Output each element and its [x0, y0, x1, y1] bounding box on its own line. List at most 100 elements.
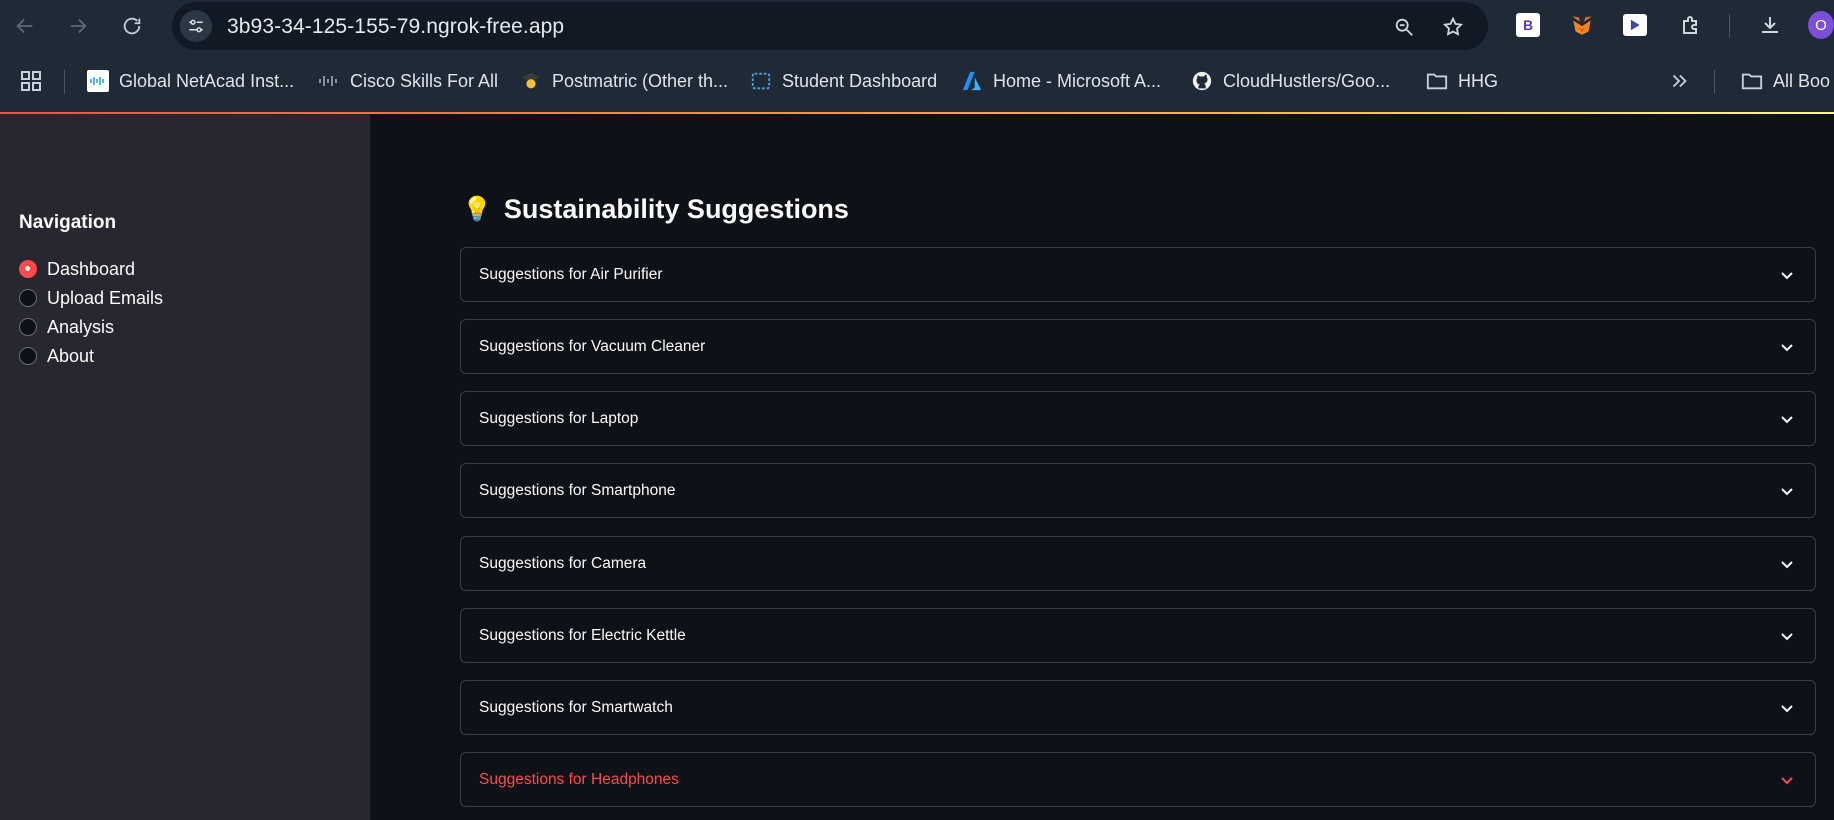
dashboard-icon: [750, 70, 772, 92]
bookmark-student-dashboard[interactable]: Student Dashboard: [750, 66, 937, 96]
bookmark-label: CloudHustlers/Goo...: [1223, 70, 1391, 91]
radio-option-about[interactable]: About: [19, 344, 94, 368]
chevron-down-icon: [1781, 705, 1793, 713]
radio-label: About: [47, 345, 95, 366]
arrow-right-icon: [70, 18, 87, 34]
fox-icon: [1572, 16, 1592, 35]
puzzle-icon: [1683, 16, 1697, 34]
folder-icon: [1426, 70, 1448, 92]
chevron-down-icon: [1781, 488, 1793, 496]
radio-option-dashboard[interactable]: Dashboard: [19, 257, 135, 281]
radio-unchecked-icon: [19, 289, 37, 307]
radio-label: Dashboard: [47, 258, 136, 279]
extension-bootstrap[interactable]: B: [1513, 10, 1543, 40]
bookmark-label: Postmatric (Other th...: [552, 70, 729, 91]
bookmark-label: Home - Microsoft A...: [993, 70, 1162, 91]
chevron-down-icon: [1781, 344, 1793, 352]
expander-label: Suggestions for Vacuum Cleaner: [479, 337, 706, 355]
radio-option-upload-emails[interactable]: Upload Emails: [19, 286, 163, 310]
azure-icon: [961, 70, 983, 92]
folder-icon: [1741, 70, 1763, 92]
radio-option-analysis[interactable]: Analysis: [19, 315, 114, 339]
browser-toolbar: 3b93-34-125-155-79.ngrok-free.app B O: [0, 0, 1834, 52]
extension-media[interactable]: [1620, 10, 1650, 40]
expander-air-purifier[interactable]: Suggestions for Air Purifier: [460, 247, 1816, 302]
address-bar[interactable]: 3b93-34-125-155-79.ngrok-free.app: [172, 2, 1488, 50]
chevron-down-icon: [1781, 416, 1793, 424]
zoom-button[interactable]: [1389, 12, 1419, 42]
chevron-down-icon: [1781, 633, 1793, 641]
expander-label: Suggestions for Electric Kettle: [479, 626, 686, 644]
apps-button[interactable]: [19, 66, 43, 96]
tune-icon: [189, 19, 203, 33]
bookmark-netacad[interactable]: Global NetAcad Inst...: [87, 66, 294, 96]
bookmark-microsoft-azure[interactable]: Home - Microsoft A...: [961, 66, 1161, 96]
expander-smartwatch[interactable]: Suggestions for Smartwatch: [460, 680, 1816, 735]
reload-icon: [123, 17, 141, 35]
expander-vacuum-cleaner[interactable]: Suggestions for Vacuum Cleaner: [460, 319, 1816, 374]
bookmark-label: Cisco Skills For All: [350, 70, 499, 91]
bookmarks-bar: Global NetAcad Inst... Cisco Skills For …: [0, 52, 1834, 112]
chevron-down-icon: [1781, 561, 1793, 569]
forward-button[interactable]: [62, 10, 94, 42]
extension-metamask[interactable]: [1567, 10, 1597, 40]
bookmark-star-button[interactable]: [1438, 12, 1468, 42]
url-text[interactable]: 3b93-34-125-155-79.ngrok-free.app: [227, 15, 564, 39]
graduate-icon: [520, 70, 542, 92]
chevron-down-icon: [1781, 777, 1793, 785]
expander-headphones[interactable]: Suggestions for Headphones: [460, 752, 1816, 807]
sidebar-title: Navigation: [19, 212, 117, 233]
expander-electric-kettle[interactable]: Suggestions for Electric Kettle: [460, 608, 1816, 663]
cisco-icon: [318, 70, 340, 92]
expander-label: Suggestions for Camera: [479, 554, 647, 572]
radio-unchecked-icon: [19, 347, 37, 365]
downloads-button[interactable]: [1755, 10, 1785, 40]
back-button[interactable]: [9, 10, 41, 42]
bookmark-hhg-folder[interactable]: HHG: [1426, 66, 1498, 96]
page-title-text: Sustainability Suggestions: [503, 194, 849, 224]
main-content: 💡 Sustainability Suggestions Suggestions…: [370, 114, 1834, 820]
play-store-icon: [1623, 14, 1647, 36]
page-title: 💡 Sustainability Suggestions: [462, 194, 849, 225]
site-info-button[interactable]: [180, 10, 212, 42]
expander-label: Suggestions for Headphones: [479, 770, 679, 788]
double-chevron-right-icon: [1672, 74, 1687, 88]
all-bookmarks-label: All Boo: [1773, 70, 1831, 91]
profile-button[interactable]: O: [1808, 10, 1834, 40]
radio-label: Analysis: [47, 316, 115, 337]
expander-camera[interactable]: Suggestions for Camera: [460, 536, 1816, 591]
radio-unchecked-icon: [19, 318, 37, 336]
radio-checked-icon: [19, 260, 37, 278]
download-icon: [1762, 17, 1778, 33]
reload-button[interactable]: [116, 10, 148, 42]
expander-smartphone[interactable]: Suggestions for Smartphone: [460, 463, 1816, 518]
all-bookmarks-folder[interactable]: All Boo: [1741, 66, 1830, 96]
avatar: O: [1808, 11, 1834, 39]
bookmark-skills-for-all[interactable]: Cisco Skills For All: [318, 66, 498, 96]
bootstrap-icon: B: [1516, 13, 1540, 37]
star-icon: [1442, 16, 1464, 36]
zoom-icon: [1395, 18, 1413, 36]
expander-label: Suggestions for Smartwatch: [479, 698, 673, 716]
bookmarks-separator: [64, 70, 65, 94]
bookmark-label: Student Dashboard: [782, 70, 938, 91]
bookmark-cloudhustlers[interactable]: CloudHustlers/Goo...: [1191, 66, 1390, 96]
more-bookmarks-button[interactable]: [1668, 66, 1690, 96]
arrow-left-icon: [16, 18, 33, 34]
apps-grid-icon: [21, 71, 41, 91]
extensions-button[interactable]: [1676, 10, 1706, 40]
bookmark-postmatric[interactable]: Postmatric (Other th...: [520, 66, 728, 96]
bookmark-label: Global NetAcad Inst...: [119, 70, 295, 91]
expander-label: Suggestions for Air Purifier: [479, 265, 663, 283]
lightbulb-icon: 💡: [462, 196, 492, 223]
toolbar-separator: [1729, 14, 1730, 38]
expander-label: Suggestions for Smartphone: [479, 481, 676, 499]
cisco-icon: [87, 70, 109, 92]
expander-label: Suggestions for Laptop: [479, 409, 639, 427]
github-icon: [1191, 70, 1213, 92]
sidebar: Navigation Dashboard Upload Emails Analy…: [0, 114, 370, 820]
expander-laptop[interactable]: Suggestions for Laptop: [460, 391, 1816, 446]
chevron-down-icon: [1781, 272, 1793, 280]
bookmarks-separator: [1714, 70, 1715, 94]
bookmark-label: HHG: [1458, 70, 1498, 91]
